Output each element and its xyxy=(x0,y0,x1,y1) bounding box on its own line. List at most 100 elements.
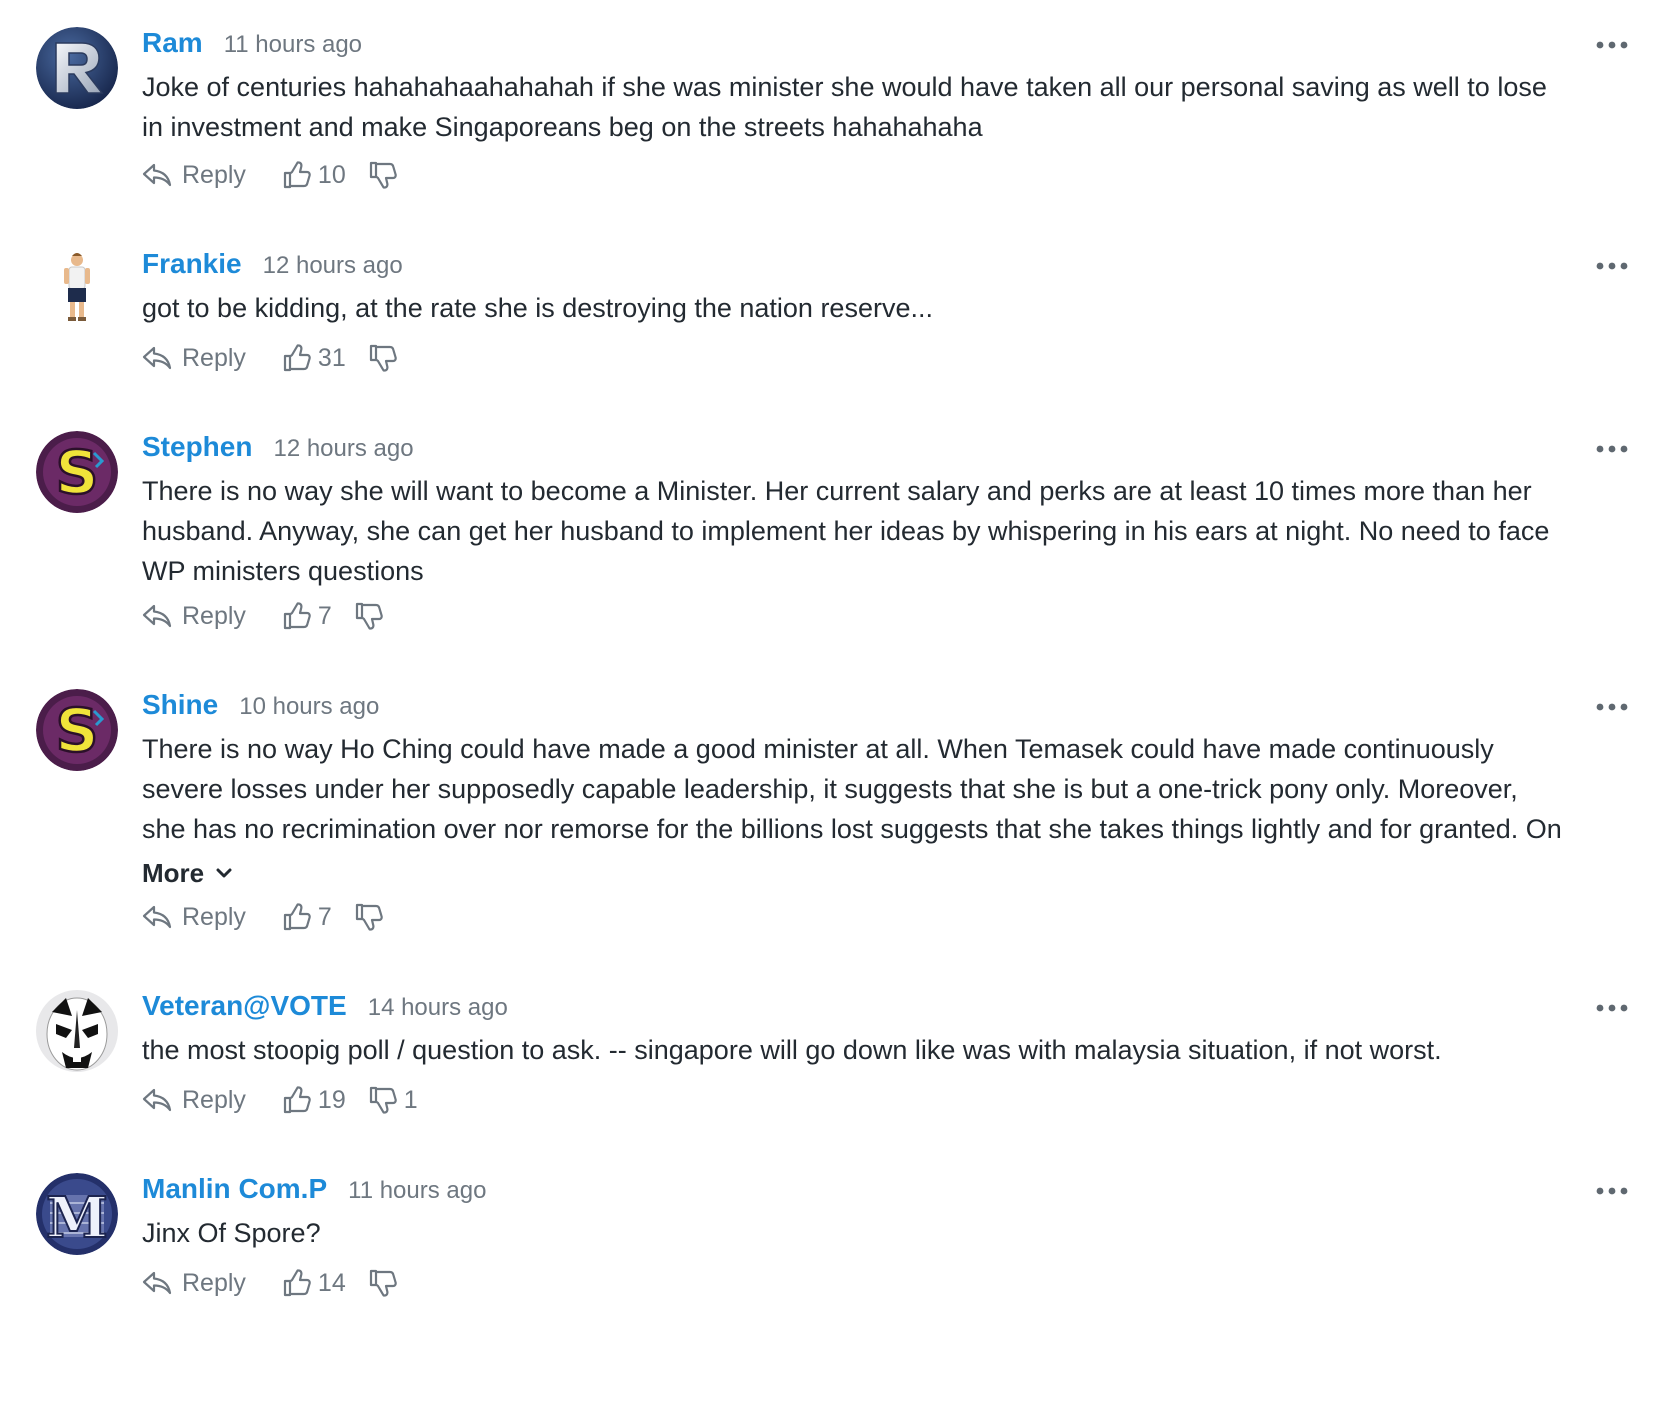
comment-author[interactable]: Shine xyxy=(142,689,218,721)
comment-author[interactable]: Veteran@VOTE xyxy=(142,990,347,1022)
user-avatar[interactable] xyxy=(36,990,118,1072)
comment-author[interactable]: Manlin Com.P xyxy=(142,1173,327,1205)
comment-author[interactable]: Frankie xyxy=(142,248,242,280)
thumbs-down-icon xyxy=(368,160,398,190)
thumbs-down-button[interactable] xyxy=(368,160,398,190)
reply-label: Reply xyxy=(182,160,246,189)
comment-timestamp: 12 hours ago xyxy=(262,252,403,279)
like-count: 31 xyxy=(317,343,346,372)
more-options-icon[interactable] xyxy=(1594,998,1630,1018)
comment-item: S Shine 10 hours ago There is no way Ho Chi… xyxy=(0,689,1664,939)
reply-label: Reply xyxy=(182,343,246,372)
comments-list: Ram 11 hours ago Joke of centuries hahahah… xyxy=(0,0,1664,1405)
more-options-icon[interactable] xyxy=(1594,256,1630,276)
thumbs-down-icon xyxy=(368,343,398,373)
user-avatar[interactable] xyxy=(36,248,118,330)
reply-button[interactable]: Reply xyxy=(142,1269,246,1298)
user-avatar[interactable]: S xyxy=(36,689,118,771)
thumbs-up-icon xyxy=(282,343,312,373)
comment-item: Ram 11 hours ago Joke of centuries hahahah… xyxy=(0,27,1664,197)
thumbs-down-button[interactable] xyxy=(368,343,398,373)
comment-item: S Stephen 12 hours ago There is no way she … xyxy=(0,431,1664,638)
comment-text-line: got to be kidding, at the rate she is de… xyxy=(142,293,933,323)
more-options-icon[interactable] xyxy=(1594,1181,1630,1201)
reply-button[interactable]: Reply xyxy=(142,903,246,932)
comment-header: Manlin Com.P 11 hours ago xyxy=(142,1173,486,1209)
reply-button[interactable]: Reply xyxy=(142,344,246,373)
thumbs-down-icon xyxy=(368,1268,398,1298)
thumbs-up-button[interactable]: 7 xyxy=(282,902,332,932)
thumbs-down-button[interactable]: 1 xyxy=(368,1085,418,1115)
thumbs-up-icon xyxy=(282,160,312,190)
thumbs-up-button[interactable]: 14 xyxy=(282,1268,346,1298)
reply-arrow-icon xyxy=(142,603,172,629)
reply-label: Reply xyxy=(182,902,246,931)
thumbs-up-button[interactable]: 10 xyxy=(282,160,346,190)
thumbs-down-button[interactable] xyxy=(354,902,384,932)
comment-header: Frankie 12 hours ago xyxy=(142,248,403,284)
thumbs-down-icon xyxy=(354,902,384,932)
comment-actions: Reply 7 xyxy=(142,598,384,634)
chevron-down-icon xyxy=(204,867,232,879)
comment-timestamp: 11 hours ago xyxy=(223,31,363,58)
comment-author[interactable]: Ram xyxy=(142,27,203,59)
comment-item: Veteran@VOTE 14 hours ago the most stoopig… xyxy=(0,990,1664,1122)
user-avatar[interactable]: S xyxy=(36,431,118,513)
svg-text:S: S xyxy=(55,438,98,508)
comment-timestamp: 14 hours ago xyxy=(367,994,508,1021)
reply-label: Reply xyxy=(182,1085,246,1114)
like-count: 7 xyxy=(317,902,332,931)
like-count: 19 xyxy=(317,1085,346,1114)
reply-button[interactable]: Reply xyxy=(142,1086,246,1115)
reply-button[interactable]: Reply xyxy=(142,161,246,190)
comment-header: Ram 11 hours ago xyxy=(142,27,362,63)
comment-body: got to be kidding, at the rate she is de… xyxy=(142,288,1632,328)
dislike-count: 1 xyxy=(403,1085,418,1114)
more-options-icon[interactable] xyxy=(1594,697,1630,717)
reply-label: Reply xyxy=(182,601,246,630)
comment-actions: Reply 10 xyxy=(142,157,398,193)
comment-text-line: the most stoopig poll / question to ask.… xyxy=(142,1035,1442,1065)
comment-body: the most stoopig poll / question to ask.… xyxy=(142,1030,1632,1070)
user-avatar[interactable]: M xyxy=(36,1173,118,1255)
reply-arrow-icon xyxy=(142,162,172,188)
comment-item: Frankie 12 hours ago got to be kidding, at… xyxy=(0,248,1664,380)
comment-text-line: she has no recrimination over nor remors… xyxy=(142,814,1562,844)
svg-text:S: S xyxy=(55,696,98,766)
thumbs-up-icon xyxy=(282,1085,312,1115)
comment-text-line: severe losses under her supposedly capab… xyxy=(142,774,1518,804)
more-options-icon[interactable] xyxy=(1594,439,1630,459)
thumbs-up-icon xyxy=(282,902,312,932)
comment-text-line: Jinx Of Spore? xyxy=(142,1218,321,1248)
more-options-icon[interactable] xyxy=(1594,35,1630,55)
reply-button[interactable]: Reply xyxy=(142,602,246,631)
comment-text-line: There is no way Ho Ching could have made… xyxy=(142,734,1494,764)
like-count: 7 xyxy=(317,601,332,630)
reply-arrow-icon xyxy=(142,1270,172,1296)
comment-text-line: husband. Anyway, she can get her husband… xyxy=(142,516,1550,546)
comment-text-line: There is no way she will want to become … xyxy=(142,476,1532,506)
comment-body: Jinx Of Spore? xyxy=(142,1213,1632,1253)
reply-label: Reply xyxy=(182,1268,246,1297)
thumbs-down-button[interactable] xyxy=(368,1268,398,1298)
comment-body: There is no way Ho Ching could have made… xyxy=(142,729,1632,893)
svg-text:M: M xyxy=(46,1185,108,1251)
thumbs-up-button[interactable]: 31 xyxy=(282,343,346,373)
comment-author[interactable]: Stephen xyxy=(142,431,252,463)
comment-actions: Reply 14 xyxy=(142,1265,398,1301)
comment-timestamp: 10 hours ago xyxy=(239,693,380,720)
thumbs-down-icon xyxy=(368,1085,398,1115)
show-more-button[interactable]: More xyxy=(142,853,232,893)
user-avatar[interactable] xyxy=(36,27,118,109)
thumbs-down-button[interactable] xyxy=(354,601,384,631)
comment-text-line: in investment and make Singaporeans beg … xyxy=(142,112,983,142)
show-more-label: More xyxy=(142,858,205,888)
comment-actions: Reply 7 xyxy=(142,899,384,935)
reply-arrow-icon xyxy=(142,904,172,930)
thumbs-up-button[interactable]: 19 xyxy=(282,1085,346,1115)
thumbs-up-icon xyxy=(282,601,312,631)
comment-body: There is no way she will want to become … xyxy=(142,471,1632,591)
reply-arrow-icon xyxy=(142,345,172,371)
thumbs-up-button[interactable]: 7 xyxy=(282,601,332,631)
reply-arrow-icon xyxy=(142,1087,172,1113)
